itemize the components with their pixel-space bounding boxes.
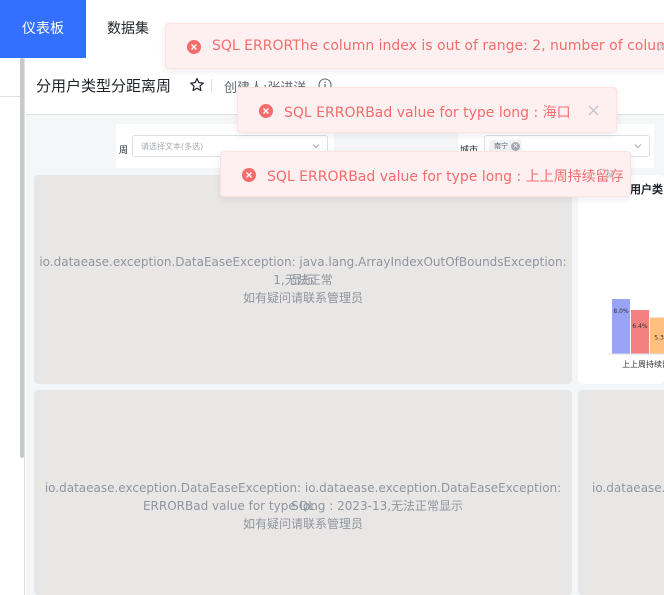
chart-panel: 用户类 8.0%6.4%5.3上上周持续留 <box>578 175 664 384</box>
toast-message: SQL ERRORThe column index is out of rang… <box>212 38 664 54</box>
bar-chart: 8.0% 6.4% 5.3 上上周持续留 <box>608 299 664 369</box>
error-contact-note: 如有疑问请联系管理员 <box>242 291 363 305</box>
tag-close-icon[interactable]: × <box>511 142 520 151</box>
tab-dataset[interactable]: 数据集 <box>86 0 170 58</box>
error-toast: SQL ERRORThe column index is out of rang… <box>165 23 664 69</box>
error-circle-icon <box>259 104 273 118</box>
toast-message: SQL ERRORBad value for type long : 海口 <box>284 105 571 121</box>
toast-message: SQL ERRORBad value for type long : 上上周持续… <box>267 169 624 185</box>
error-message-line2: 显示 <box>290 273 315 287</box>
error-panel-bottom-right: io.dataease.e <box>578 390 664 595</box>
city-filter-tag-label: 南宁 <box>494 142 508 150</box>
error-panel-top-left: io.dataease.exception.DataEaseException:… <box>34 175 572 384</box>
header-divider <box>211 79 212 93</box>
error-contact-note: 如有疑问请联系管理员 <box>242 517 363 531</box>
error-circle-icon <box>187 40 201 54</box>
chevron-down-icon <box>634 144 642 149</box>
error-panel-bottom-left: io.dataease.exception.DataEaseException:… <box>34 390 572 595</box>
sidebar-scrollbar[interactable] <box>20 58 24 458</box>
close-icon[interactable] <box>587 104 600 117</box>
star-icon[interactable] <box>189 77 205 93</box>
page-title: 分用户类型分距离周 <box>36 77 172 95</box>
bar-1[interactable] <box>631 310 649 354</box>
error-toast: SQL ERRORBad value for type long : 海口 <box>237 87 617 133</box>
bar-value-label-2: 5.3 <box>654 335 664 342</box>
tab-dashboard[interactable]: 仪表板 <box>0 0 86 58</box>
sidebar <box>0 58 25 595</box>
bar-value-label-0: 8.0% <box>613 308 629 315</box>
close-icon[interactable] <box>656 40 664 53</box>
error-toast: SQL ERRORBad value for type long : 上上周持续… <box>220 151 631 197</box>
week-filter-label: 周 <box>119 146 129 156</box>
error-circle-icon <box>242 168 256 182</box>
chevron-down-icon <box>312 144 320 149</box>
week-filter-placeholder: 请选择文本(多选) <box>141 142 204 151</box>
x-tick-label: 上上周持续留 <box>622 359 664 369</box>
bar-value-label-1: 6.4% <box>632 323 648 330</box>
close-icon[interactable] <box>604 168 617 181</box>
app-root: 仪表板 数据集 分用户类型分距离周 创建人:张进洋 周 请选择文本(多选) <box>0 0 664 595</box>
error-message: io.dataease.e <box>592 481 664 495</box>
error-message-line2: ERRORBad value for type long : 2023-13,无… <box>142 499 464 513</box>
